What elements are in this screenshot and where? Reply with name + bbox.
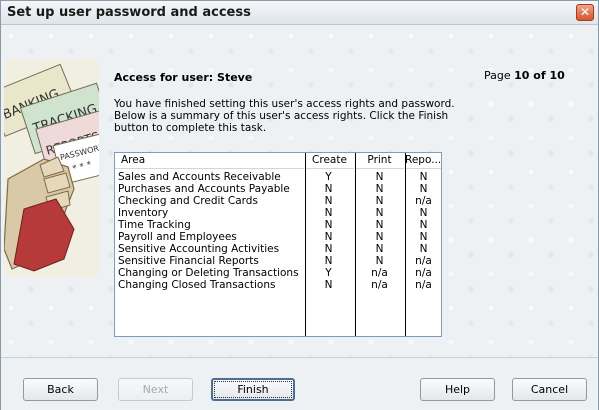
print-cell: N [375,231,384,243]
table-row[interactable]: Inventory N N N [115,207,441,219]
next-button[interactable]: Next [118,378,193,401]
report-cell: n/a [415,279,432,291]
create-cell: N [324,195,333,207]
column-header-report[interactable]: Repo... [405,153,441,169]
report-cell: N [419,243,428,255]
create-cell: Y [325,267,332,279]
table-row[interactable]: Time Tracking N N N [115,219,441,231]
report-cell: N [419,231,428,243]
table-row[interactable]: Sensitive Financial Reports N Nn/a [115,255,441,267]
access-summary-list[interactable]: Area Create Print Repo... Sales and Acco… [114,152,442,337]
column-header-area[interactable]: Area [115,153,304,169]
area-cell: Changing Closed Transactions [118,279,276,291]
area-cell: Checking and Credit Cards [118,195,258,207]
report-cell: n/a [415,195,432,207]
table-row[interactable]: Payroll and Employees N N N [115,231,441,243]
finish-button[interactable]: Finish [211,378,295,401]
print-cell: N [375,183,384,195]
close-button[interactable]: ✕ [576,4,594,21]
create-cell: N [324,183,333,195]
create-cell: N [324,279,333,291]
area-cell: Changing or Deleting Transactions [118,267,299,279]
print-cell: N [375,255,384,267]
print-cell: N [375,207,384,219]
report-cell: n/a [415,255,432,267]
create-cell: Y [325,171,332,183]
cancel-button[interactable]: Cancel [512,378,587,401]
table-row[interactable]: Checking and Credit Cards N Nn/a [115,195,441,207]
page-indicator: Page 10 of 10 [484,69,565,82]
dialog-title: Set up user password and access [7,5,251,20]
area-cell: Inventory [118,207,169,219]
report-cell: n/a [415,267,432,279]
table-row[interactable]: Changing Closed Transactions Nn/a n/a [115,279,441,291]
wizard-content: BANKING TRACKING REPORTS PASSWORD * * * … [1,26,598,356]
print-cell: N [375,195,384,207]
create-cell: N [324,219,333,231]
report-cell: N [419,219,428,231]
table-row[interactable]: Purchases and Accounts Payable N N N [115,183,441,195]
area-cell: Purchases and Accounts Payable [118,183,290,195]
page-value: 10 of 10 [514,69,565,82]
table-row[interactable]: Changing or Deleting Transactions Yn/a n/a [115,267,441,279]
create-cell: N [324,207,333,219]
create-cell: N [324,255,333,267]
dialog-window: Set up user password and access ✕ BANKIN… [0,0,599,410]
print-cell: N [375,219,384,231]
area-cell: Sensitive Accounting Activities [118,243,280,255]
table-row[interactable]: Sales and Accounts Receivable Y N N [115,171,441,183]
access-heading: Access for user: Steve [114,71,253,84]
instructions-text: You have finished setting this user's ac… [114,98,455,134]
focus-ring [214,381,292,398]
help-button[interactable]: Help [420,378,495,401]
footer-separator [1,357,598,358]
area-cell: Sensitive Financial Reports [118,255,259,267]
wizard-illustration: BANKING TRACKING REPORTS PASSWORD * * * … [4,59,99,277]
button-bar: Back Next Finish Help Cancel [1,357,598,410]
report-cell: N [419,183,428,195]
create-cell: N [324,231,333,243]
print-cell: n/a [371,279,388,291]
column-header-create[interactable]: Create [305,153,354,169]
back-button[interactable]: Back [23,378,98,401]
report-cell: N [419,207,428,219]
column-header-print[interactable]: Print [355,153,404,169]
print-cell: N [375,171,384,183]
create-cell: N [324,243,333,255]
report-cell: N [419,171,428,183]
area-cell: Time Tracking [118,219,191,231]
table-row[interactable]: Sensitive Accounting Activities N N N [115,243,441,255]
title-bar[interactable]: Set up user password and access ✕ [1,1,598,25]
page-prefix: Page [484,69,515,82]
print-cell: N [375,243,384,255]
area-cell: Sales and Accounts Receivable [118,171,281,183]
area-cell: Payroll and Employees [118,231,237,243]
close-icon: ✕ [579,5,591,19]
print-cell: n/a [371,267,388,279]
